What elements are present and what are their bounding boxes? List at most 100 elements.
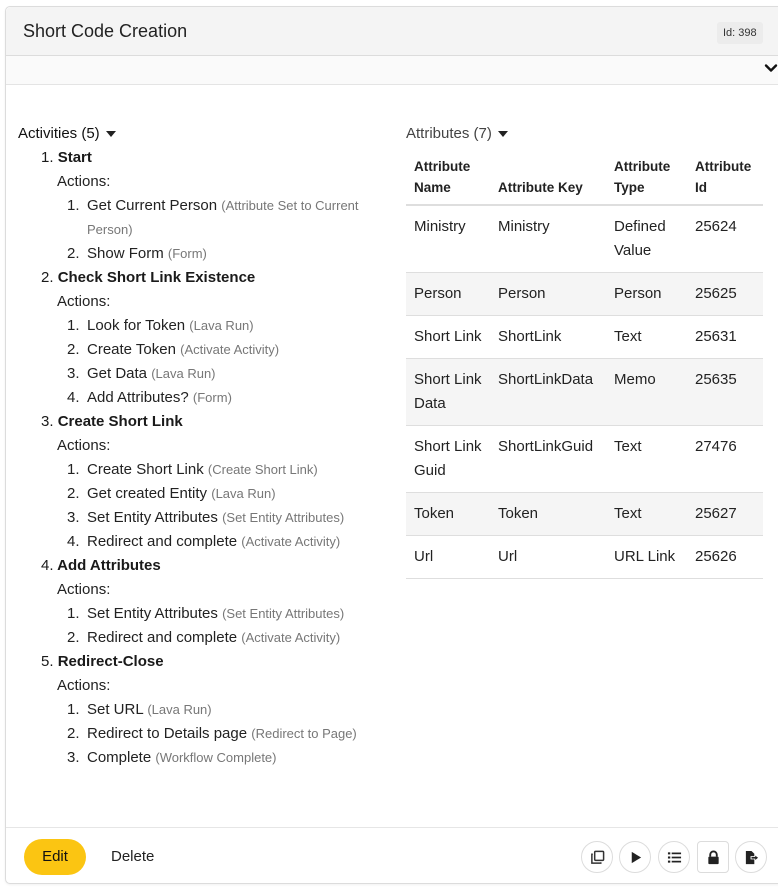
action-body: Redirect and complete (Activate Activity…: [87, 626, 372, 650]
action-type: (Lava Run): [151, 366, 216, 381]
action-number: 1.: [67, 197, 80, 214]
attributes-label: Attributes (7): [406, 125, 492, 142]
activity-name: Start: [57, 149, 92, 166]
actions-label: Actions:: [57, 677, 111, 694]
export-button[interactable]: [735, 841, 767, 873]
card-header: Short Code Creation Id: 398: [6, 7, 778, 56]
copy-button[interactable]: [581, 841, 613, 873]
table-cell: 25631: [687, 315, 763, 359]
activity-number: 5.: [41, 653, 54, 670]
column-header[interactable]: Attribute Name: [406, 152, 490, 206]
activity-title: 4. Add Attributes: [41, 554, 388, 578]
action-item: 2. Get created Entity (Lava Run): [41, 482, 388, 506]
list-icon: [667, 851, 681, 863]
action-body: Set Entity Attributes (Set Entity Attrib…: [87, 506, 372, 530]
activity-item: 5. Redirect-Close Actions: 1. Set URL (Lava…: [18, 650, 388, 770]
edit-button[interactable]: Edit: [24, 839, 86, 875]
action-number: 3.: [67, 365, 80, 382]
run-button[interactable]: [619, 841, 651, 873]
table-row[interactable]: Url Url URL Link 25626: [406, 535, 763, 579]
table-cell: ShortLinkGuid: [490, 425, 606, 493]
action-type: (Set Entity Attributes): [222, 606, 345, 621]
caret-down-icon: [497, 131, 508, 137]
actions-label: Actions:: [57, 437, 111, 454]
action-number: 4.: [67, 533, 80, 550]
table-row[interactable]: Short Link Data ShortLinkData Memo 25635: [406, 358, 763, 426]
table-row[interactable]: Short Link ShortLink Text 25631: [406, 315, 763, 359]
action-number: 2.: [67, 485, 80, 502]
action-name: Add Attributes?: [87, 389, 189, 406]
collapse-bar[interactable]: [6, 56, 778, 85]
action-name: Look for Token: [87, 317, 186, 334]
attributes-table: Attribute Name Attribute Key Attribute Typ…: [406, 152, 763, 579]
action-type: (Redirect to Page): [251, 726, 357, 741]
attributes-section: Attributes (7) Attribute Name Attribute K…: [406, 122, 768, 579]
action-body: Add Attributes? (Form): [87, 386, 372, 410]
action-number: 4.: [67, 389, 80, 406]
action-name: Set Entity Attributes: [87, 605, 218, 622]
page-title: Short Code Creation: [23, 21, 188, 41]
activity-title: 3. Create Short Link: [41, 410, 388, 434]
action-body: Complete (Workflow Complete): [87, 746, 372, 770]
action-name: Redirect to Details page: [87, 725, 248, 742]
activity-name: Redirect-Close: [57, 653, 164, 670]
action-name: Create Short Link: [87, 461, 204, 478]
activity-number: 3.: [41, 413, 54, 430]
action-number: 1.: [67, 701, 80, 718]
action-number: 1.: [67, 605, 80, 622]
action-item: 1. Get Current Person (Attribute Set to C…: [41, 194, 388, 242]
action-body: Look for Token (Lava Run): [87, 314, 372, 338]
table-cell: 25624: [687, 205, 763, 273]
action-item: 2. Redirect to Details page (Redirect to …: [41, 722, 388, 746]
delete-button[interactable]: Delete: [111, 839, 154, 875]
caret-down-icon: [105, 131, 116, 137]
table-cell: Text: [606, 425, 687, 493]
action-name: Complete: [87, 749, 152, 766]
attributes-toggle[interactable]: Attributes (7): [406, 122, 768, 146]
table-cell: Short Link Data: [406, 358, 490, 426]
activity-number: 4.: [41, 557, 54, 574]
action-name: Show Form: [87, 245, 164, 262]
table-cell: Url: [490, 535, 606, 579]
action-item: 2. Show Form (Form): [41, 242, 388, 266]
activity-list: 1. Start Actions: 1. Get Current Person (At…: [18, 146, 388, 770]
table-cell: Defined Value: [606, 205, 687, 273]
activity-name: Add Attributes: [57, 557, 161, 574]
table-cell: Text: [606, 492, 687, 536]
table-cell: 25625: [687, 272, 763, 316]
activities-toggle[interactable]: Activities (5): [18, 122, 388, 146]
activities-label: Activities (5): [18, 125, 100, 142]
table-row[interactable]: Token Token Text 25627: [406, 492, 763, 536]
table-cell: 25627: [687, 492, 763, 536]
activity-item: 3. Create Short Link Actions: 1. Create Sho…: [18, 410, 388, 554]
action-type: (Workflow Complete): [155, 750, 277, 765]
table-row[interactable]: Short Link Guid ShortLinkGuid Text 27476: [406, 425, 763, 493]
list-button[interactable]: [658, 841, 690, 873]
action-body: Set URL (Lava Run): [87, 698, 372, 722]
action-item: 1. Set URL (Lava Run): [41, 698, 388, 722]
column-header[interactable]: Attribute Type: [606, 152, 687, 206]
action-number: 2.: [67, 245, 80, 262]
attributes-header-row: Attribute Name Attribute Key Attribute Typ…: [406, 152, 763, 206]
table-row[interactable]: Ministry Ministry Defined Value 25624: [406, 205, 763, 273]
column-header[interactable]: Attribute Id: [687, 152, 763, 206]
action-number: 2.: [67, 341, 80, 358]
activity-item: 2. Check Short Link Existence Actions: 1. L…: [18, 266, 388, 410]
security-button[interactable]: [697, 841, 729, 873]
activity-name: Create Short Link: [57, 413, 183, 430]
action-body: Set Entity Attributes (Set Entity Attrib…: [87, 602, 372, 626]
action-type: (Create Short Link): [207, 462, 318, 477]
action-number: 1.: [67, 317, 80, 334]
chevron-down-icon[interactable]: [764, 61, 778, 75]
column-header[interactable]: Attribute Key: [490, 152, 606, 206]
action-type: (Form): [192, 390, 232, 405]
table-cell: Ministry: [490, 205, 606, 273]
action-item: 1. Create Short Link (Create Short Link): [41, 458, 388, 482]
table-cell: Ministry: [406, 205, 490, 273]
export-icon: [745, 850, 758, 864]
table-cell: Person: [406, 272, 490, 316]
table-row[interactable]: Person Person Person 25625: [406, 272, 763, 316]
actions-label: Actions:: [57, 293, 111, 310]
action-name: Set Entity Attributes: [87, 509, 218, 526]
action-item: 3. Get Data (Lava Run): [41, 362, 388, 386]
